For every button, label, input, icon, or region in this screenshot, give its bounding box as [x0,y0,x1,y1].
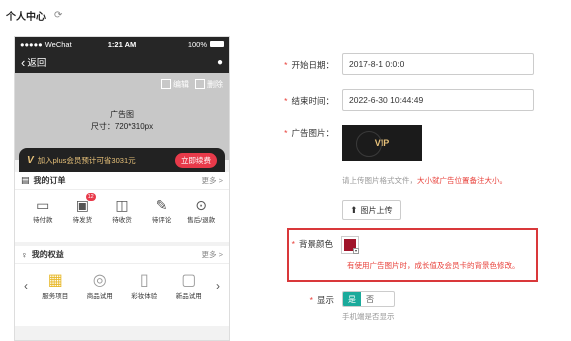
bg-color-hint: 有使用广告图片时，成长值及会员卡的背景色修改。 [347,261,520,270]
ad-banner[interactable]: 编辑 删除 广告图 尺寸：720*310px [15,73,229,160]
plus-text: 加入plus会员预计可省3031元 [37,155,136,165]
user-icon[interactable]: ● [217,57,223,68]
truck-icon: ▣ [75,197,89,213]
color-picker[interactable]: ▾ [341,236,359,254]
ad-size: 尺寸：720*310px [90,122,154,131]
order-item-pending-receipt[interactable]: ◫ 待收货 [102,196,142,224]
trash-icon [195,79,205,89]
product-icon: ▢ [181,272,197,289]
bg-color-row: * 背景颜色 ▾ [289,236,359,254]
phone-nav-bar: ‹ 返回 ● [15,51,229,73]
start-date-input[interactable]: 2017-8-1 0:0:0 [342,53,534,75]
end-time-input[interactable]: 2022-6-30 10:44:49 [342,89,534,111]
display-row: * 显示 是 否 手机端是否显示 [270,291,395,322]
page: 个人中心 ⟳ ●●●●● WeChat 1:21 AM 100% ‹ 返回 ● … [0,0,571,341]
end-time-row: * 结束时间： 2022-6-30 10:44:49 [270,89,534,111]
dropdown-arrow-icon: ▾ [353,248,359,254]
benefit-icon: ♀ [21,249,28,260]
page-title: 个人中心 [6,12,46,23]
display-hint: 手机端是否显示 [342,312,395,321]
status-bar: ●●●●● WeChat 1:21 AM 100% [15,37,229,51]
ad-edit-button[interactable]: 编辑 [161,79,189,90]
my-benefits: ♀ 我的权益 更多 > ‹ ▦ 服务项目 ◎ 商品试用 ▯ 彩妆体验 ▢ 新品试… [15,246,229,326]
upload-icon: ⬆ [350,204,358,215]
benefit-item-trial[interactable]: ◎ 商品试用 [80,272,120,300]
my-orders: ▤ 我的订单 更多 > ▭ 待付款 12 ▣ 待发货 ◫ 待收货 ✎ 待评论 ⊙… [15,172,229,242]
order-icons: ▭ 待付款 12 ▣ 待发货 ◫ 待收货 ✎ 待评论 ⊙ 售后/退款 [15,190,229,224]
start-date-row: * 开始日期： 2017-8-1 0:0:0 [270,53,534,75]
ad-delete-button[interactable]: 删除 [195,79,223,90]
order-item-pending-review[interactable]: ✎ 待评论 [142,196,182,224]
benefit-item-new[interactable]: ▢ 新品试用 [169,272,209,300]
ad-image-row: * 广告图片： VIP 请上传图片格式文件，大小就广告位置备注大小。 ⬆ 图片上传 [270,125,507,220]
ad-title: 广告图 [110,110,134,119]
database-icon: ◎ [92,272,107,289]
ad-actions: 编辑 删除 [161,79,223,90]
orders-more-link[interactable]: 更多 > [202,175,223,186]
vip-v-icon: V [27,154,34,166]
bg-color-highlight: * 背景颜色 ▾ 有使用广告图片时，成长值及会员卡的背景色修改。 [287,228,538,282]
order-item-refund[interactable]: ⊙ 售后/退款 [181,196,221,224]
bottle-icon: ▯ [139,272,149,289]
comment-icon: ✎ [155,197,168,213]
chevron-right-icon[interactable]: › [211,279,225,293]
ad-image-label: 广告图片： [291,128,334,138]
order-badge: 12 [85,193,96,201]
display-no-option[interactable]: 否 [361,292,379,306]
benefits-title: 我的权益 [31,250,64,259]
renew-button[interactable]: 立即续费 [175,152,217,168]
bg-color-label: 背景颜色 [298,239,333,249]
order-item-pending-payment[interactable]: ▭ 待付款 [23,196,63,224]
start-date-label: 开始日期： [291,60,334,70]
display-toggle: 是 否 [342,291,395,307]
wallet-icon: ▭ [36,197,50,213]
benefit-item-makeup[interactable]: ▯ 彩妆体验 [124,272,164,300]
ad-image-preview[interactable]: VIP [342,125,422,161]
phone-preview: ●●●●● WeChat 1:21 AM 100% ‹ 返回 ● 编辑 删除 广… [14,36,230,341]
benefits-more-link[interactable]: 更多 > [202,249,223,260]
ad-placeholder: 广告图 尺寸：720*310px [15,109,229,133]
order-icon: ▤ [21,175,30,185]
benefit-item-service[interactable]: ▦ 服务项目 [35,272,75,300]
end-time-label: 结束时间： [291,96,334,106]
refresh-icon[interactable]: ⟳ [54,10,62,21]
status-time: 1:21 AM [107,39,137,49]
chevron-left-icon[interactable]: ‹ [19,279,33,293]
back-label[interactable]: 返回 [27,55,46,69]
back-icon[interactable]: ‹ [21,56,25,69]
display-yes-option[interactable]: 是 [343,292,361,306]
ad-image-hint: 请上传图片格式文件，大小就广告位置备注大小。 [342,176,507,185]
display-label: 显示 [316,295,334,305]
refund-icon: ⊙ [195,197,208,213]
image-upload-button[interactable]: ⬆ 图片上传 [342,200,401,220]
plus-member-bar: V 加入plus会员预计可省3031元 立即续费 [19,148,225,172]
order-item-pending-shipment[interactable]: 12 ▣ 待发货 [63,193,103,224]
page-header: 个人中心 ⟳ [6,8,62,23]
orders-title: 我的订单 [33,176,66,185]
edit-icon [161,79,171,89]
package-icon: ◫ [115,197,129,213]
gift-icon: ▦ [47,272,63,289]
